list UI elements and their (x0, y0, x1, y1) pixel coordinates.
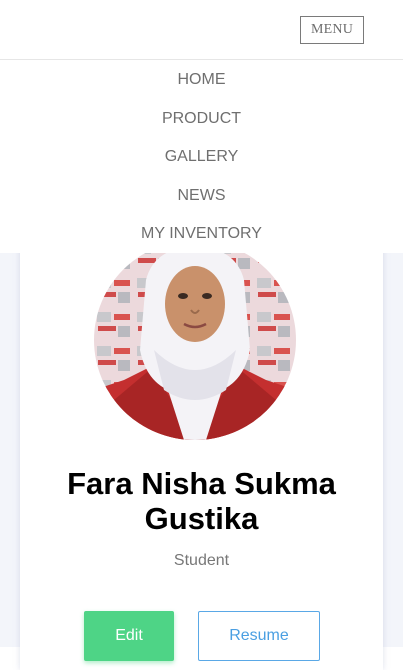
avatar-photo (94, 240, 296, 440)
edit-button[interactable]: Edit (84, 611, 174, 661)
top-bar: MENU (0, 0, 403, 60)
profile-role: Student (173, 552, 230, 569)
resume-button[interactable]: Resume (198, 611, 320, 661)
nav-item-product[interactable]: PRODUCT (0, 110, 403, 128)
nav-item-home[interactable]: HOME (0, 71, 403, 89)
nav-item-gallery[interactable]: GALLERY (0, 148, 403, 166)
profile-avatar (94, 240, 296, 440)
menu-button[interactable]: MENU (300, 16, 364, 44)
nav-menu: HOME PRODUCT GALLERY NEWS MY INVENTORY (0, 60, 403, 253)
nav-item-my-inventory[interactable]: MY INVENTORY (0, 225, 403, 243)
profile-name: Fara Nisha Sukma Gustika (67, 466, 336, 536)
nav-item-news[interactable]: NEWS (0, 187, 403, 205)
